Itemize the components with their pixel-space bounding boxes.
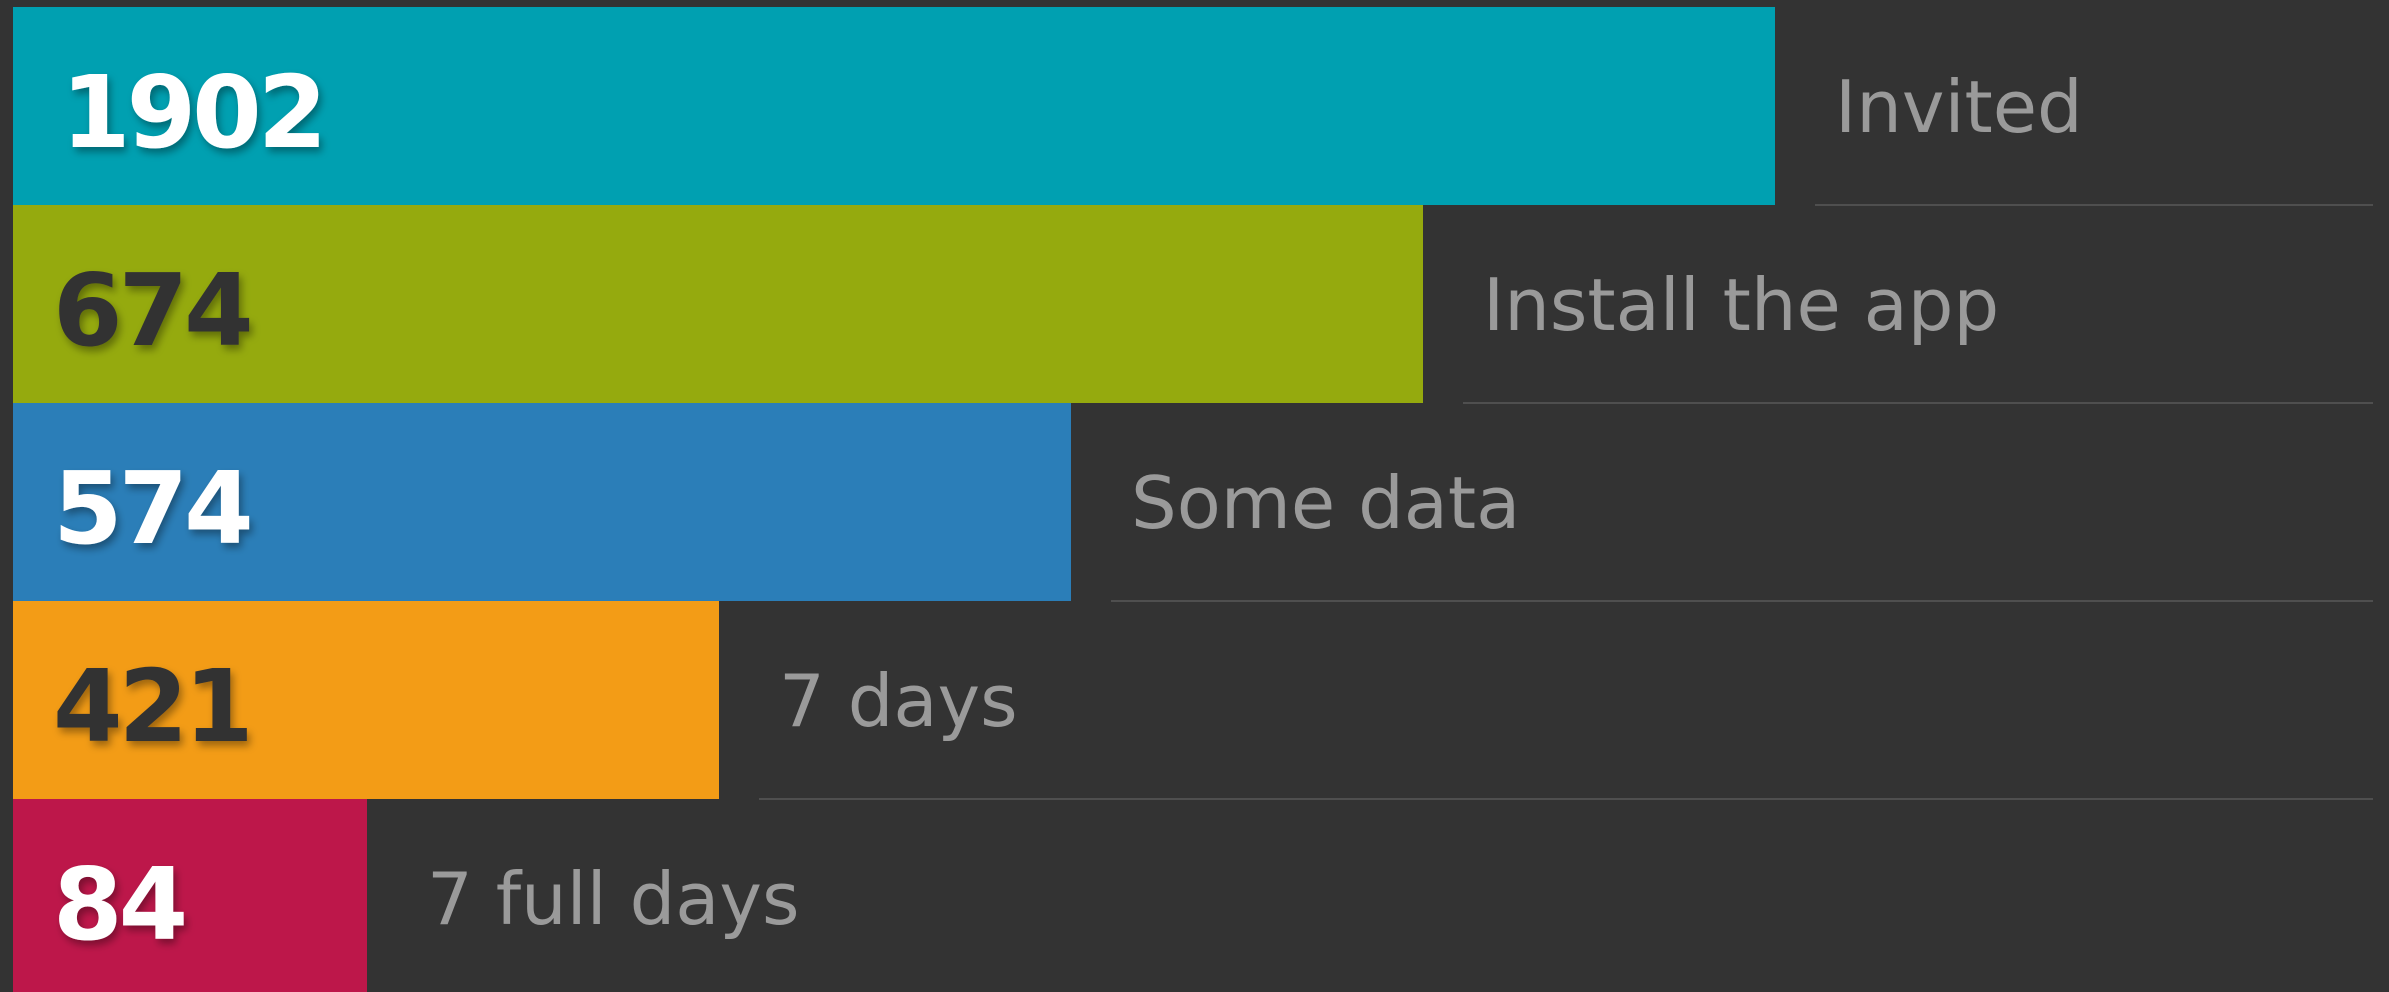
bar-value-label: 421 <box>53 648 250 765</box>
bar-value-label: 574 <box>53 450 250 567</box>
bar-value-label: 674 <box>53 252 250 369</box>
funnel-chart: 1902 Invited 674 Install the app 574 Some dat… <box>13 7 2373 992</box>
stage-label: 7 full days <box>427 857 800 941</box>
funnel-rows: 1902 Invited 674 Install the app 574 Some dat… <box>13 7 2373 992</box>
stage-label: 7 days <box>779 659 1018 743</box>
bar-value-label: 1902 <box>61 54 323 171</box>
stage-label: Invited <box>1835 65 2083 149</box>
stage-label: Some data <box>1131 461 1520 545</box>
bar-value-label: 84 <box>53 846 184 963</box>
stage-label: Install the app <box>1483 263 1999 347</box>
